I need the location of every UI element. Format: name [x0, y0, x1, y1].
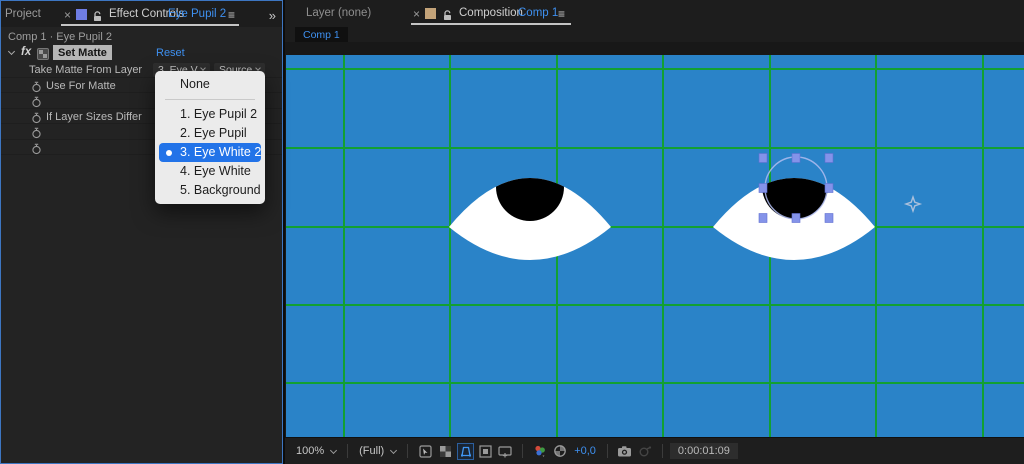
resolution-value: (Full) [359, 445, 385, 457]
comp-color-swatch [425, 8, 436, 19]
menu-item-label: 1. Eye Pupil 2 [180, 107, 258, 121]
tab-project[interactable]: Project [5, 8, 41, 20]
divider [522, 444, 524, 458]
selection-handle[interactable] [758, 183, 768, 193]
menu-item-label: 2. Eye Pupil [180, 126, 247, 140]
transparency-grid-icon[interactable] [437, 443, 454, 460]
effect-header-row: fx Set Matte Reset [1, 45, 282, 62]
layer-color-swatch [76, 9, 87, 20]
chevron-down-icon [330, 446, 338, 454]
show-snapshot-icon[interactable] [636, 443, 653, 460]
divider [606, 444, 608, 458]
menu-item-label: 4. Eye White [180, 164, 251, 178]
view-options-icon[interactable] [417, 443, 434, 460]
chevron-down-icon [255, 65, 261, 71]
selection-handle[interactable] [824, 213, 834, 223]
panel-overflow-icon[interactable]: » [269, 8, 276, 23]
viewer-subtab-row: Comp 1 [285, 26, 1024, 42]
menu-item[interactable]: 4. Eye White [159, 162, 261, 181]
fx-badge[interactable]: fx [21, 46, 31, 58]
menu-item-label: None [180, 77, 210, 91]
composition-panel: Layer (none) × Composition Comp 1 ≡ Comp… [285, 0, 1024, 464]
divider [407, 444, 409, 458]
comp-background[interactable] [286, 55, 1024, 437]
chevron-down-icon [390, 446, 398, 454]
selection-handle[interactable] [758, 213, 768, 223]
selection-handle[interactable] [791, 213, 801, 223]
composition-canvas[interactable] [286, 55, 1024, 437]
selection-handle[interactable] [791, 153, 801, 163]
menu-item-label: 3. Eye White 2 [180, 145, 262, 159]
panel-title-target[interactable]: Eye Pupil 2 [168, 8, 226, 20]
divider [661, 444, 663, 458]
composition-tabbar: Layer (none) × Composition Comp 1 ≡ [285, 0, 1024, 26]
breadcrumb: Comp 1 · Eye Pupil 2 [8, 31, 112, 43]
tab-layer[interactable]: Layer (none) [306, 7, 371, 19]
current-time-display[interactable]: 0:00:01:09 [669, 443, 738, 459]
panel-title-target[interactable]: Comp 1 [518, 7, 558, 19]
menu-item[interactable]: 1. Eye Pupil 2 [159, 105, 261, 124]
menu-item-label: 5. Background [180, 183, 261, 197]
selected-bullet-icon [166, 150, 172, 156]
param-label: Take Matte From Layer [29, 64, 143, 76]
close-tab-icon[interactable]: × [64, 8, 71, 22]
panel-menu-icon[interactable]: ≡ [558, 7, 565, 21]
reset-effect-button[interactable]: Reset [156, 47, 185, 59]
region-of-interest-icon[interactable] [477, 443, 494, 460]
menu-separator [165, 99, 255, 100]
divider [347, 444, 349, 458]
menu-item[interactable]: 5. Background [159, 181, 261, 200]
selection-handle[interactable] [758, 153, 768, 163]
param-label: Use For Matte [46, 79, 116, 92]
close-tab-icon[interactable]: × [413, 7, 420, 21]
reset-exposure-icon[interactable] [552, 443, 569, 460]
menu-item[interactable]: None [159, 75, 261, 94]
viewer-toolbar: 100% (Full) +0,0 0:00:01:09 [285, 437, 1024, 464]
mask-shape-visibility-icon[interactable] [456, 442, 474, 460]
snapshot-camera-icon[interactable] [616, 443, 633, 460]
selection-handle[interactable] [824, 153, 834, 163]
take-matte-from-layer-menu: None 1. Eye Pupil 2 2. Eye Pupil 3. Eye Whi… [155, 71, 265, 204]
stopwatch-icon[interactable] [31, 142, 42, 160]
expander-chevron-icon[interactable] [7, 47, 16, 56]
effect-controls-tabbar: Project × Effect Controls Eye Pupil 2 ≡ … [1, 1, 282, 27]
active-tab-underline [411, 23, 571, 25]
comp-subtab[interactable]: Comp 1 [295, 27, 348, 42]
selection-handle[interactable] [824, 183, 834, 193]
effect-controls-panel: Project × Effect Controls Eye Pupil 2 ≡ … [0, 0, 283, 464]
magnification-dropdown[interactable]: 100% [292, 445, 340, 457]
active-tab-underline [61, 24, 239, 26]
panel-title[interactable]: Composition [459, 7, 523, 19]
effect-name-selected[interactable]: Set Matte [53, 45, 112, 60]
chevron-down-icon [200, 65, 206, 71]
composition-viewer[interactable] [285, 42, 1024, 437]
exposure-value[interactable]: +0,0 [574, 445, 596, 457]
guides-safe-zones-icon[interactable] [497, 443, 514, 460]
panel-menu-icon[interactable]: ≡ [228, 8, 235, 22]
resolution-dropdown[interactable]: (Full) [355, 445, 400, 457]
menu-item[interactable]: 3. Eye White 2 [159, 143, 261, 162]
menu-item[interactable]: 2. Eye Pupil [159, 124, 261, 143]
zoom-value: 100% [296, 445, 325, 457]
channels-icon[interactable] [532, 443, 549, 460]
param-label: If Layer Sizes Differ [46, 110, 142, 123]
